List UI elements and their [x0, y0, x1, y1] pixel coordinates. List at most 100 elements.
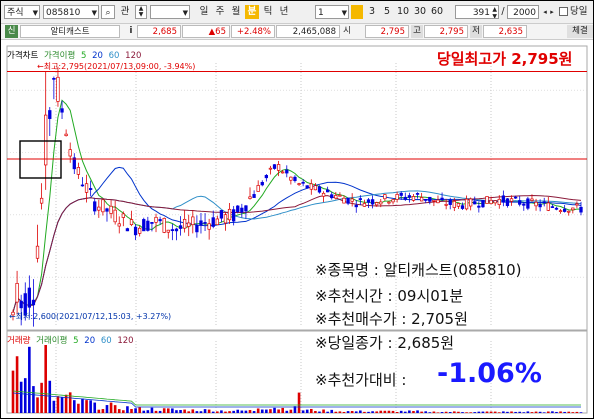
candle-body — [219, 210, 224, 219]
candle-body — [448, 199, 452, 205]
chart-overlays — [7, 70, 587, 179]
volume-bar — [522, 412, 526, 413]
candle-body — [117, 223, 121, 227]
candle-body — [211, 217, 215, 227]
candle-body — [399, 192, 403, 196]
candle-body — [289, 176, 293, 181]
candle-body — [358, 198, 362, 200]
candle-body — [215, 218, 219, 226]
candle-body — [558, 210, 563, 212]
volume-bar — [350, 411, 354, 413]
candle-body — [285, 169, 289, 174]
volume-bar — [72, 400, 76, 413]
candle-body — [276, 164, 281, 171]
candle-body — [313, 185, 318, 191]
volume-bar — [461, 412, 464, 413]
candle-body — [305, 185, 309, 189]
volume-bar — [23, 378, 27, 413]
candle-body — [575, 203, 579, 206]
candle-body — [64, 133, 68, 137]
candle-body — [493, 200, 497, 204]
volume-bar — [122, 410, 125, 413]
volume-bar — [252, 411, 256, 413]
volume-bar — [493, 411, 497, 413]
candle-body — [489, 199, 493, 205]
volume-bar — [171, 408, 174, 413]
volume-bar — [465, 412, 468, 413]
volume-bar — [289, 409, 293, 413]
volume-bar — [228, 411, 231, 413]
volume-bar — [457, 411, 460, 413]
candle-body — [146, 220, 150, 231]
volume-bar — [363, 411, 366, 413]
candle-body — [281, 171, 285, 174]
candle-body — [321, 192, 326, 197]
volume-bar — [387, 410, 391, 413]
volume-bar — [126, 406, 129, 413]
info-close-price: ※당일종가 : 2,685원 — [315, 334, 455, 352]
volume-bar — [101, 409, 105, 413]
candle-body — [334, 195, 338, 199]
candle-body — [436, 199, 440, 204]
info-ratio-value: -1.06% — [437, 358, 542, 389]
candle-body — [518, 200, 522, 205]
candle-body — [162, 218, 166, 233]
volume-bar — [534, 411, 538, 413]
volume-bar — [432, 411, 436, 413]
volume-chart-title[interactable]: 거래량 — [7, 336, 30, 346]
volume-bar — [146, 410, 150, 413]
volume-bar — [497, 412, 501, 413]
volume-bar — [530, 412, 534, 413]
volume-bar — [547, 411, 550, 413]
candle-body — [129, 219, 134, 226]
candle-body — [93, 201, 97, 212]
candle-body — [501, 195, 506, 203]
candle-body — [68, 149, 72, 157]
candle-body — [52, 78, 56, 80]
volume-bar — [510, 411, 513, 413]
candle-body — [236, 205, 240, 212]
volume-bar — [489, 411, 493, 413]
candle-body — [563, 208, 567, 212]
volume-ma-label[interactable]: 거래이평 — [36, 336, 67, 346]
volume-bar — [273, 407, 276, 413]
candle-body — [101, 199, 105, 213]
candle-body — [522, 203, 526, 206]
low-marker-label: ←최저:2,600(2021/07/12,15:03, +3.27%) — [9, 312, 172, 321]
vol-ma20-label: 20 — [84, 336, 96, 346]
candle-body — [88, 188, 93, 190]
volume-bar — [448, 412, 452, 413]
candle-body — [571, 207, 575, 211]
candle-body — [191, 216, 195, 226]
vol-ma120-label: 120 — [117, 336, 134, 346]
candle-body — [76, 167, 81, 175]
volume-bar — [571, 412, 575, 413]
candle-body — [178, 225, 183, 229]
candle-body — [80, 184, 85, 187]
volume-bar — [40, 382, 43, 413]
candle-body — [432, 199, 436, 202]
price-panel-border — [6, 45, 588, 331]
candle-body — [485, 196, 489, 204]
candle-body — [538, 203, 542, 208]
volume-bar — [236, 409, 240, 413]
candle-body — [411, 196, 416, 201]
volume-bar — [28, 346, 31, 413]
candle-body — [252, 194, 256, 198]
volume-bar — [555, 411, 558, 413]
info-recommend-time: ※추천시간 : 09시01분 — [315, 287, 464, 305]
candle-body — [444, 204, 448, 206]
volume-bar — [559, 411, 562, 413]
candle-body — [464, 198, 469, 210]
candle-body — [542, 201, 546, 204]
volume-bar — [551, 411, 554, 413]
candle-body — [350, 198, 354, 202]
volume-bar — [502, 411, 505, 413]
candle-body — [301, 181, 305, 184]
volume-bar — [240, 410, 244, 413]
volume-bar — [428, 412, 432, 413]
candle-body — [370, 199, 375, 205]
info-stock-name: ※종목명 : 알티캐스트(085810) — [315, 261, 522, 279]
volume-bar — [379, 410, 383, 413]
candle-body — [407, 195, 412, 198]
